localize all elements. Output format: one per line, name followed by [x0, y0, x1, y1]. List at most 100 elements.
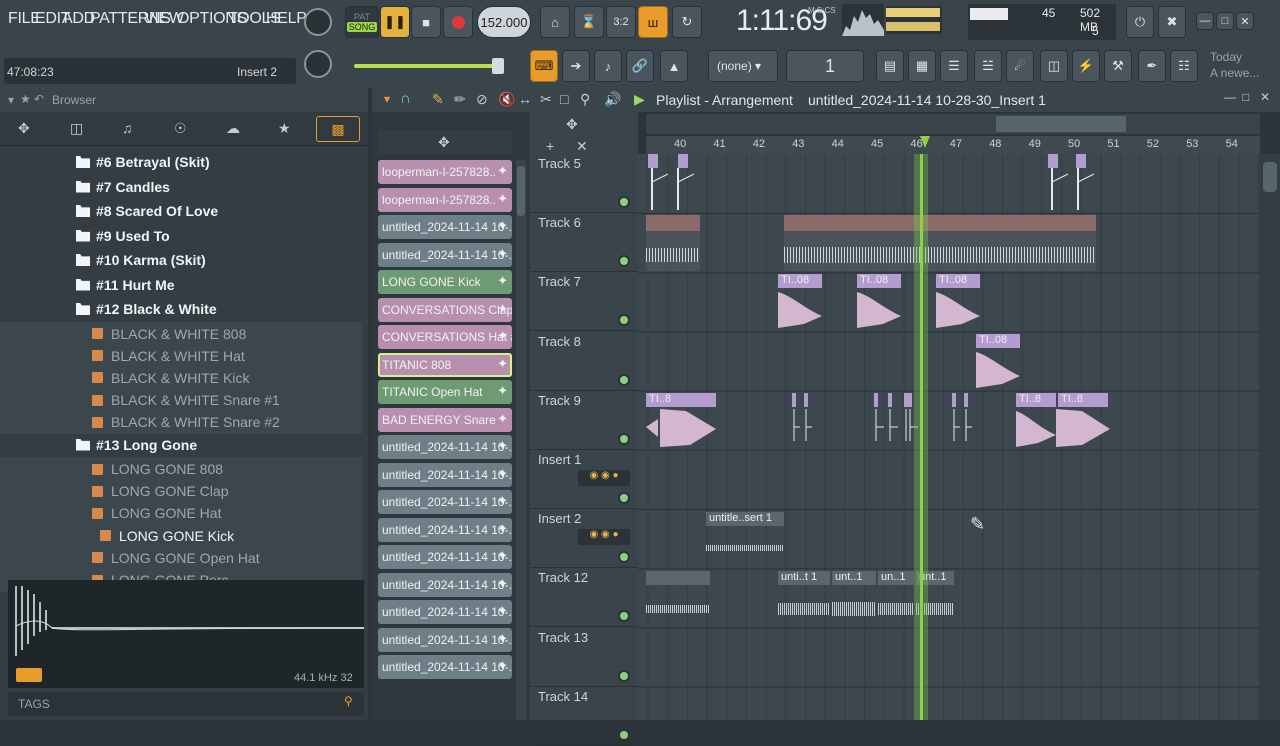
channel-button[interactable]: untitled_2024-11-14 10-.. ✦: [378, 435, 512, 459]
browser-item[interactable]: #8 Scared Of Love: [0, 199, 362, 223]
master-volume-handle[interactable]: [492, 58, 504, 74]
add-track-icon[interactable]: +: [546, 138, 554, 154]
track-header[interactable]: Track 13: [530, 628, 638, 687]
channel-rack-icon[interactable]: ☰: [940, 50, 968, 82]
channel-button[interactable]: untitled_2024-11-14 10-.. ✦: [378, 462, 512, 487]
master-volume-slider[interactable]: [354, 64, 500, 68]
typing-keyboard-icon[interactable]: ⌨: [530, 50, 558, 82]
snap-selector[interactable]: 1: [786, 50, 864, 82]
preview-play-icon[interactable]: [16, 668, 42, 682]
channel-button[interactable]: TITANIC 808 ✦: [378, 352, 512, 377]
mute-icon[interactable]: 🔇: [498, 91, 515, 108]
search-icon[interactable]: ⚲: [344, 694, 353, 708]
record-button[interactable]: [443, 6, 473, 38]
tags-bar[interactable]: TAGS ⚲: [8, 692, 364, 716]
pen-icon[interactable]: ✒: [1138, 50, 1166, 82]
track-mute-led[interactable]: [620, 198, 628, 206]
master-volume-knob[interactable]: [304, 8, 332, 36]
channel-button[interactable]: untitled_2024-11-14 10-.. ✦: [378, 600, 512, 624]
track-mute-led[interactable]: [620, 434, 628, 443]
browser-item[interactable]: #12 Black & White: [0, 297, 362, 321]
channel-button[interactable]: untitled_2024-11-14 10-.. ✦: [378, 545, 512, 569]
overview-bar[interactable]: [646, 114, 1260, 134]
browser-item[interactable]: LONG GONE Hat: [0, 501, 362, 526]
move-icon[interactable]: ✥: [438, 134, 450, 151]
playlist-scrollbar[interactable]: [1260, 154, 1280, 720]
plugin-icon[interactable]: ⚡: [1072, 50, 1100, 82]
magnet-icon[interactable]: ∩: [400, 90, 411, 107]
browser-back-icon[interactable]: ↶: [34, 92, 44, 106]
step-editing-icon[interactable]: ➔: [562, 50, 590, 82]
clip-track12-c[interactable]: unt..1: [832, 571, 876, 627]
channel-scrollbar[interactable]: [516, 160, 526, 720]
clip-track7-b[interactable]: TI..08: [857, 274, 901, 330]
clip-track9-c[interactable]: [870, 393, 920, 449]
play-button[interactable]: ❚❚: [380, 6, 410, 38]
delete-icon[interactable]: ⊘: [476, 91, 488, 108]
tempo-display[interactable]: 152.000: [477, 6, 531, 38]
minimize-button[interactable]: —: [1196, 12, 1214, 30]
browser-item[interactable]: BLACK & WHITE Snare #1: [0, 388, 362, 413]
cloud-icon[interactable]: ☁: [226, 120, 240, 137]
clip-track6-a[interactable]: [646, 215, 700, 271]
channel-button[interactable]: untitled_2024-11-14 10-.. ✦: [378, 655, 512, 679]
zoom-icon[interactable]: ⚲: [580, 91, 590, 108]
track-header[interactable]: Insert 1 ◉ ◉ ●: [530, 450, 638, 509]
channel-button[interactable]: LONG GONE Kick ✦: [378, 270, 512, 294]
channel-button[interactable]: untitled_2024-11-14 10-.. ✦: [378, 490, 512, 514]
playlist-max-button[interactable]: □: [1242, 90, 1249, 104]
globe-icon[interactable]: ☉: [174, 120, 187, 137]
loop-record-icon[interactable]: ↻: [672, 6, 702, 38]
browser-menu-icon[interactable]: ▾: [8, 93, 14, 107]
track-mute-led[interactable]: [620, 553, 628, 562]
channel-button[interactable]: TITANIC Open Hat ✦: [378, 380, 512, 404]
blend-notes-icon[interactable]: ш: [638, 6, 668, 38]
close-button[interactable]: ✕: [1236, 12, 1254, 30]
playlist-menu-icon[interactable]: ▾: [384, 92, 390, 106]
pencil-icon[interactable]: ✎: [432, 91, 444, 108]
clip-track12-b[interactable]: unti..t 1: [778, 571, 830, 627]
track-mute-led[interactable]: [620, 257, 628, 266]
clip-track9-b[interactable]: [790, 393, 814, 449]
playlist-file[interactable]: untitled_2024-11-14 10-28-30_Insert 1: [808, 92, 1046, 108]
clip-track12-d[interactable]: un..1: [878, 571, 914, 627]
browser-item[interactable]: BLACK & WHITE Hat: [0, 343, 362, 368]
clip-track6-b[interactable]: [784, 215, 1096, 271]
mixer-icon[interactable]: ☱: [974, 50, 1002, 82]
insert-controls[interactable]: ◉ ◉ ●: [578, 529, 630, 546]
maximize-button[interactable]: □: [1216, 12, 1234, 30]
playlist-min-button[interactable]: —: [1224, 90, 1236, 104]
timeline-ruler[interactable]: 40 41 42 43 44 45 46 47 48 49 50 51 52 53 54: [646, 136, 1260, 154]
channel-button[interactable]: looperman-l-257828.. ✦: [378, 187, 512, 212]
browser-item[interactable]: LONG GONE Kick: [0, 523, 362, 548]
playhead-line[interactable]: [920, 154, 923, 720]
link-icon[interactable]: 🔗: [626, 50, 654, 82]
collapse-icon[interactable]: ✥: [18, 120, 30, 137]
files-icon[interactable]: ◫: [70, 120, 83, 137]
power-icon[interactable]: ⏻: [1126, 6, 1154, 38]
channel-button[interactable]: untitled_2024-11-14 10-.. ✦: [378, 242, 512, 267]
piano-roll-icon[interactable]: ▦: [908, 50, 936, 82]
browser-item[interactable]: #7 Candles: [0, 175, 362, 199]
clip-track5-a[interactable]: [648, 154, 698, 214]
playback-icon[interactable]: 🔊: [604, 91, 621, 108]
pattern-selector[interactable]: (none) ▾: [708, 50, 778, 82]
channel-button[interactable]: untitled_2024-11-14 10-.. ✦: [378, 572, 512, 597]
track-header[interactable]: Insert 2 ◉ ◉ ●: [530, 509, 638, 569]
browser-pin-icon[interactable]: ★: [20, 92, 31, 106]
channel-button[interactable]: BAD ENERGY Snare ✦: [378, 407, 512, 432]
browser-item[interactable]: LONG GONE Open Hat: [0, 545, 362, 570]
menu-help[interactable]: HELP: [266, 10, 307, 28]
track-header[interactable]: Track 9: [530, 391, 638, 450]
speaker-icon[interactable]: ♫: [122, 120, 133, 136]
track-header[interactable]: Track 6: [530, 213, 638, 273]
browser-item[interactable]: LONG GONE Clap: [0, 479, 362, 504]
clip-track7-a[interactable]: TI..08: [778, 274, 822, 330]
channel-button[interactable]: CONVERSATIONS Clap.. ✦: [378, 297, 512, 322]
clip-track5-b[interactable]: [1048, 154, 1098, 214]
track-mute-led[interactable]: [620, 612, 628, 621]
clip-track9-e[interactable]: TI..8 TI..8: [1016, 393, 1112, 449]
browser-item[interactable]: LONG GONE 808: [0, 457, 362, 481]
countdown-icon[interactable]: 3:2: [606, 6, 636, 38]
playlist-title[interactable]: Playlist - Arrangement: [656, 92, 793, 108]
